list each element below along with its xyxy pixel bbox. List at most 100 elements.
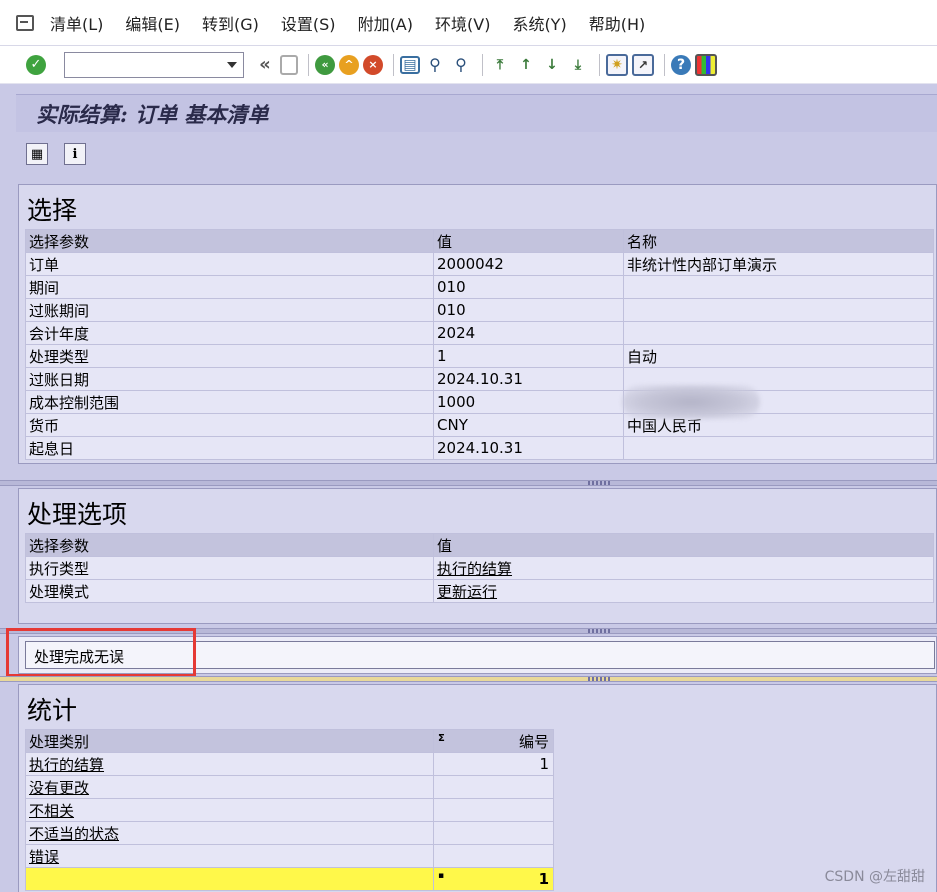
table-row: 会计年度 2024 xyxy=(25,321,934,345)
value-cell[interactable]: 执行的结算 xyxy=(433,556,934,580)
total-cell: ▪ 1 xyxy=(433,867,554,891)
param-cell: 过账期间 xyxy=(25,298,434,322)
param-cell: 过账日期 xyxy=(25,367,434,391)
name-cell xyxy=(623,436,934,460)
count-cell xyxy=(433,844,554,868)
statistics-panel: 统计 处理类别 Σ 编号 执行的结算 1 没有更改 不相关 不适当的状态 错误 ▪… xyxy=(18,684,937,892)
category-link[interactable]: 不相关 xyxy=(29,802,74,820)
category-cell[interactable]: 不适当的状态 xyxy=(25,821,434,845)
separator xyxy=(482,53,483,76)
processing-table: 选择参数 值 执行类型 执行的结算 处理模式 更新运行 xyxy=(25,533,934,603)
column-header[interactable]: 选择参数 xyxy=(25,533,434,557)
application-toolbar: ▦ i xyxy=(16,132,937,176)
param-cell: 订单 xyxy=(25,252,434,276)
category-cell[interactable]: 没有更改 xyxy=(25,775,434,799)
value-cell[interactable]: 更新运行 xyxy=(433,579,934,603)
param-cell: 处理类型 xyxy=(25,344,434,368)
title-bar: 实际结算: 订单 基本清单 xyxy=(16,94,937,132)
column-header[interactable]: 名称 xyxy=(623,229,934,253)
column-header[interactable]: 处理类别 xyxy=(25,729,434,753)
enter-icon[interactable]: ✓ xyxy=(26,54,46,75)
shortcut-icon[interactable]: ↗ xyxy=(632,53,654,76)
processing-panel: 处理选项 选择参数 值 执行类型 执行的结算 处理模式 更新运行 xyxy=(18,488,937,624)
category-cell[interactable]: 错误 xyxy=(25,844,434,868)
table-header-row: 选择参数 值 xyxy=(25,533,934,557)
total-marker: ▪ xyxy=(438,871,445,881)
separator xyxy=(664,53,665,76)
back-icon[interactable]: « xyxy=(315,54,335,75)
splitter-grip[interactable] xyxy=(588,481,612,485)
statistics-title: 统计 xyxy=(27,696,78,725)
name-cell xyxy=(623,321,934,345)
print-icon[interactable]: ▤ xyxy=(400,55,420,74)
menu-list[interactable]: 清单(L) xyxy=(50,11,103,35)
total-value: 1 xyxy=(538,870,549,888)
menu-edit[interactable]: 编辑(E) xyxy=(125,11,180,35)
new-session-icon[interactable]: ✷ xyxy=(606,53,628,76)
menu-system[interactable]: 系统(Y) xyxy=(512,11,566,35)
command-input[interactable] xyxy=(65,52,215,77)
column-header[interactable]: 选择参数 xyxy=(25,229,434,253)
splitter[interactable] xyxy=(0,676,937,682)
name-cell xyxy=(623,275,934,299)
menu-goto[interactable]: 转到(G) xyxy=(202,11,259,35)
window-menu-icon[interactable] xyxy=(16,14,34,31)
value-cell: 010 xyxy=(433,275,624,299)
splitter[interactable] xyxy=(0,480,937,486)
menu-help[interactable]: 帮助(H) xyxy=(589,11,646,35)
category-cell[interactable]: 执行的结算 xyxy=(25,752,434,776)
category-link[interactable]: 不适当的状态 xyxy=(29,825,119,843)
count-cell xyxy=(433,821,554,845)
value-link[interactable]: 更新运行 xyxy=(437,583,497,601)
column-header[interactable]: Σ 编号 xyxy=(433,729,554,753)
prev-page-icon[interactable]: ↑ xyxy=(515,54,537,76)
separator xyxy=(599,53,600,76)
menu-settings[interactable]: 设置(S) xyxy=(281,11,336,35)
exit-icon[interactable]: ^ xyxy=(339,54,359,75)
value-cell: 2000042 xyxy=(433,252,624,276)
layout-icon[interactable] xyxy=(695,53,717,76)
find-icon[interactable]: ⚲ xyxy=(424,54,446,76)
category-cell[interactable]: 不相关 xyxy=(25,798,434,822)
processing-title: 处理选项 xyxy=(27,500,128,529)
param-cell: 货币 xyxy=(25,413,434,437)
chevron-down-icon[interactable] xyxy=(227,61,237,68)
category-link[interactable]: 执行的结算 xyxy=(29,756,104,774)
value-cell: 2024.10.31 xyxy=(433,436,624,460)
param-cell: 起息日 xyxy=(25,436,434,460)
cancel-icon[interactable]: × xyxy=(363,54,383,75)
selection-title: 选择 xyxy=(27,196,78,225)
selection-table: 选择参数 值 名称 订单 2000042 非统计性内部订单演示 期间 010 过账期间… xyxy=(25,229,934,460)
menu-extras[interactable]: 附加(A) xyxy=(358,11,413,35)
separator xyxy=(393,53,394,76)
next-page-icon[interactable]: ↓ xyxy=(541,54,563,76)
name-cell: 自动 xyxy=(623,344,934,368)
table-header-row: 选择参数 值 名称 xyxy=(25,229,934,253)
value-cell: 2024.10.31 xyxy=(433,367,624,391)
first-page-icon[interactable]: ⤒ xyxy=(489,54,511,76)
param-cell: 期间 xyxy=(25,275,434,299)
splitter-grip[interactable] xyxy=(588,677,612,681)
info-icon[interactable]: i xyxy=(64,143,86,165)
save-icon[interactable] xyxy=(280,54,298,75)
collapse-icon[interactable]: « xyxy=(254,54,276,76)
table-row: 不适当的状态 xyxy=(25,821,554,845)
table-row: 成本控制范围 1000 xyxy=(25,390,934,414)
value-cell: CNY xyxy=(433,413,624,437)
value-link[interactable]: 执行的结算 xyxy=(437,560,512,578)
name-cell xyxy=(623,298,934,322)
column-header[interactable]: 值 xyxy=(433,229,624,253)
column-header[interactable]: 值 xyxy=(433,533,934,557)
find-next-icon[interactable]: ⚲ xyxy=(450,54,472,76)
value-cell: 2024 xyxy=(433,321,624,345)
table-view-icon[interactable]: ▦ xyxy=(26,143,48,165)
command-field[interactable] xyxy=(64,51,244,78)
help-icon[interactable]: ? xyxy=(671,54,691,75)
menu-environment[interactable]: 环境(V) xyxy=(435,11,490,35)
last-page-icon[interactable]: ⤓ xyxy=(567,54,589,76)
category-link[interactable]: 没有更改 xyxy=(29,779,89,797)
value-cell: 1 xyxy=(433,344,624,368)
category-link[interactable]: 错误 xyxy=(29,848,59,866)
splitter-grip[interactable] xyxy=(588,629,612,633)
separator xyxy=(308,53,309,76)
